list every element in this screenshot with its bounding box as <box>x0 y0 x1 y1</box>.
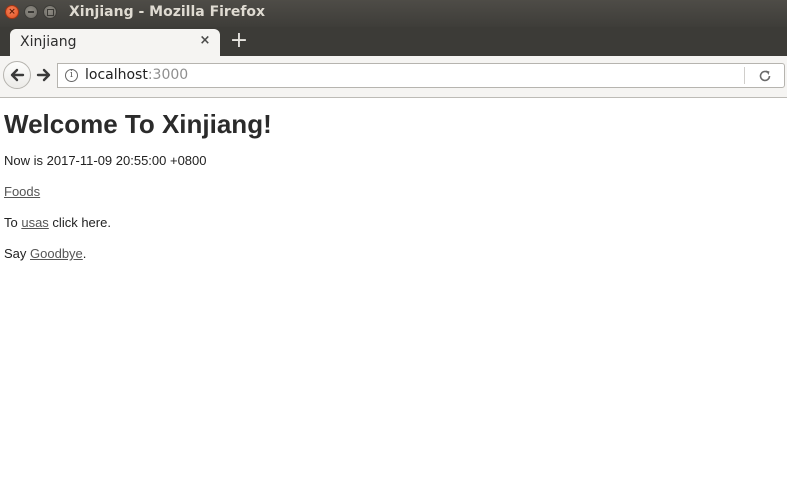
window-close-button[interactable]: × <box>5 5 19 19</box>
page-content: Welcome To Xinjiang! Now is 2017-11-09 2… <box>0 99 787 477</box>
arrow-left-icon <box>10 68 25 82</box>
url-bar[interactable]: i localhost:3000 <box>57 63 785 88</box>
goodbye-line: Say Goodbye. <box>4 246 86 261</box>
tab-xinjiang[interactable]: Xinjiang × <box>10 29 220 56</box>
reload-button[interactable] <box>756 67 774 85</box>
usas-link[interactable]: usas <box>21 215 48 230</box>
goodbye-suffix: . <box>82 246 87 261</box>
url-host: localhost <box>85 67 148 83</box>
window-maximize-button[interactable] <box>43 5 57 19</box>
reload-icon <box>759 70 771 82</box>
goodbye-link[interactable]: Goodbye <box>30 246 83 261</box>
now-timestamp: 2017-11-09 20:55:00 +0800 <box>46 153 207 168</box>
forward-button[interactable] <box>33 64 55 86</box>
usas-line: To usas click here. <box>4 215 111 230</box>
title-bar: × Xinjiang - Mozilla Firefox <box>0 0 787 27</box>
page-title: Welcome To Xinjiang! <box>4 109 272 139</box>
close-icon: × <box>8 6 16 17</box>
usas-prefix: To <box>4 215 22 230</box>
tab-close-icon[interactable]: × <box>198 33 212 49</box>
usas-suffix: click here. <box>48 215 111 230</box>
now-line: Now is 2017-11-09 20:55:00 +0800 <box>4 153 207 168</box>
browser-window: × Xinjiang - Mozilla Firefox Xinjiang × … <box>0 0 787 477</box>
maximize-icon <box>46 8 54 16</box>
info-icon[interactable]: i <box>65 69 78 82</box>
url-text[interactable]: localhost:3000 <box>85 67 188 83</box>
navigation-bar: i localhost:3000 <box>0 56 787 98</box>
arrow-right-icon <box>36 68 51 82</box>
url-separator <box>744 67 745 84</box>
window-title: Xinjiang - Mozilla Firefox <box>69 4 266 20</box>
new-tab-button[interactable]: + <box>228 29 250 53</box>
back-button[interactable] <box>3 61 31 89</box>
window-minimize-button[interactable] <box>24 5 38 19</box>
foods-link[interactable]: Foods <box>4 184 40 199</box>
goodbye-prefix: Say <box>4 246 31 261</box>
foods-line: Foods <box>4 184 40 199</box>
url-port: :3000 <box>147 67 189 83</box>
tab-label: Xinjiang <box>20 34 77 50</box>
minimize-icon <box>28 11 34 13</box>
now-prefix: Now is <box>4 153 47 168</box>
tab-strip: Xinjiang × + <box>0 27 787 56</box>
